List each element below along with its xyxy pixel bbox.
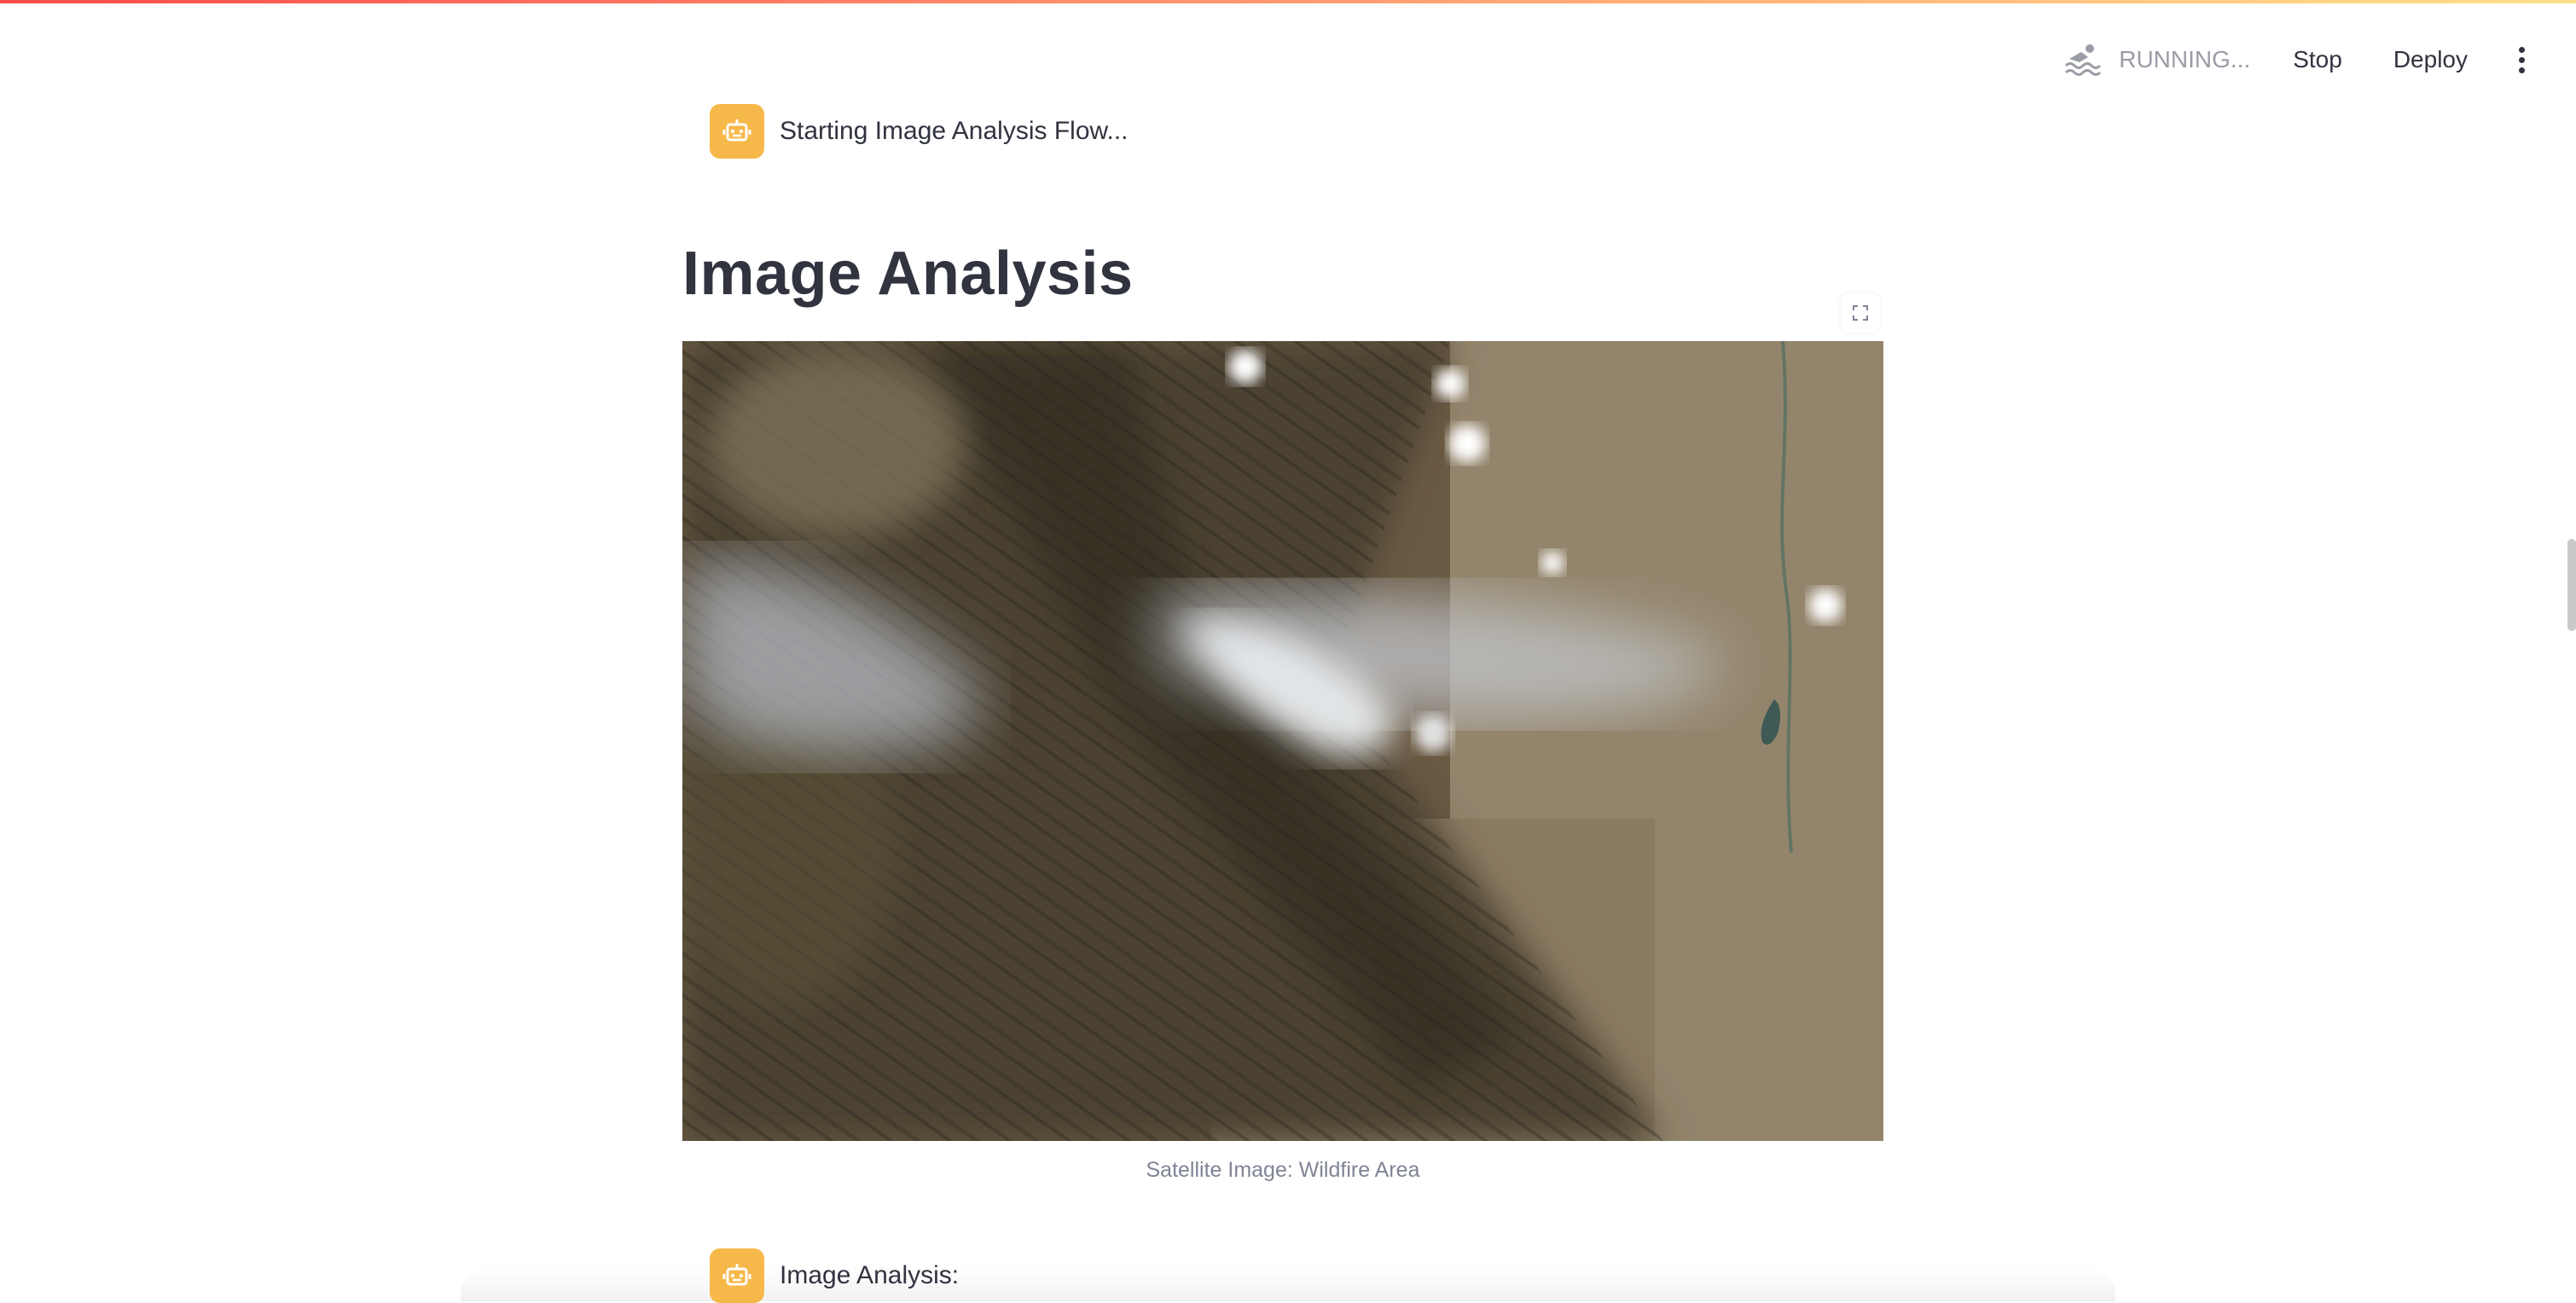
assistant-avatar bbox=[710, 104, 764, 159]
robot-icon bbox=[722, 1264, 751, 1286]
chat-input-shadow bbox=[461, 1267, 2115, 1301]
expand-icon bbox=[1853, 305, 1868, 321]
robot-icon bbox=[722, 119, 751, 142]
swimmer-icon bbox=[2065, 44, 2102, 76]
deploy-button[interactable]: Deploy bbox=[2385, 41, 2476, 78]
chat-message-text: Image Analysis: bbox=[780, 1261, 960, 1289]
page-scrollbar[interactable] bbox=[2567, 539, 2576, 631]
top-progress-bar bbox=[0, 0, 2576, 3]
vertical-dots-icon bbox=[2519, 67, 2525, 73]
vertical-dots-icon bbox=[2519, 46, 2525, 53]
chat-message: Starting Image Analysis Flow... bbox=[710, 104, 1128, 159]
app-toolbar: RUNNING... Stop Deploy bbox=[2064, 34, 2533, 85]
satellite-image bbox=[682, 341, 1883, 1141]
stop-button[interactable]: Stop bbox=[2284, 41, 2351, 78]
status-text: RUNNING... bbox=[2119, 46, 2251, 72]
main-menu-button[interactable] bbox=[2510, 42, 2533, 78]
page-title: Image Analysis bbox=[682, 240, 1134, 308]
assistant-avatar bbox=[710, 1248, 764, 1303]
running-status: RUNNING... bbox=[2064, 42, 2250, 78]
fullscreen-button[interactable] bbox=[1841, 293, 1880, 333]
chat-message: Image Analysis: bbox=[710, 1248, 959, 1303]
image-caption: Satellite Image: Wildfire Area bbox=[1146, 1158, 1420, 1182]
vertical-dots-icon bbox=[2519, 56, 2525, 63]
chat-message-text: Starting Image Analysis Flow... bbox=[780, 117, 1128, 145]
